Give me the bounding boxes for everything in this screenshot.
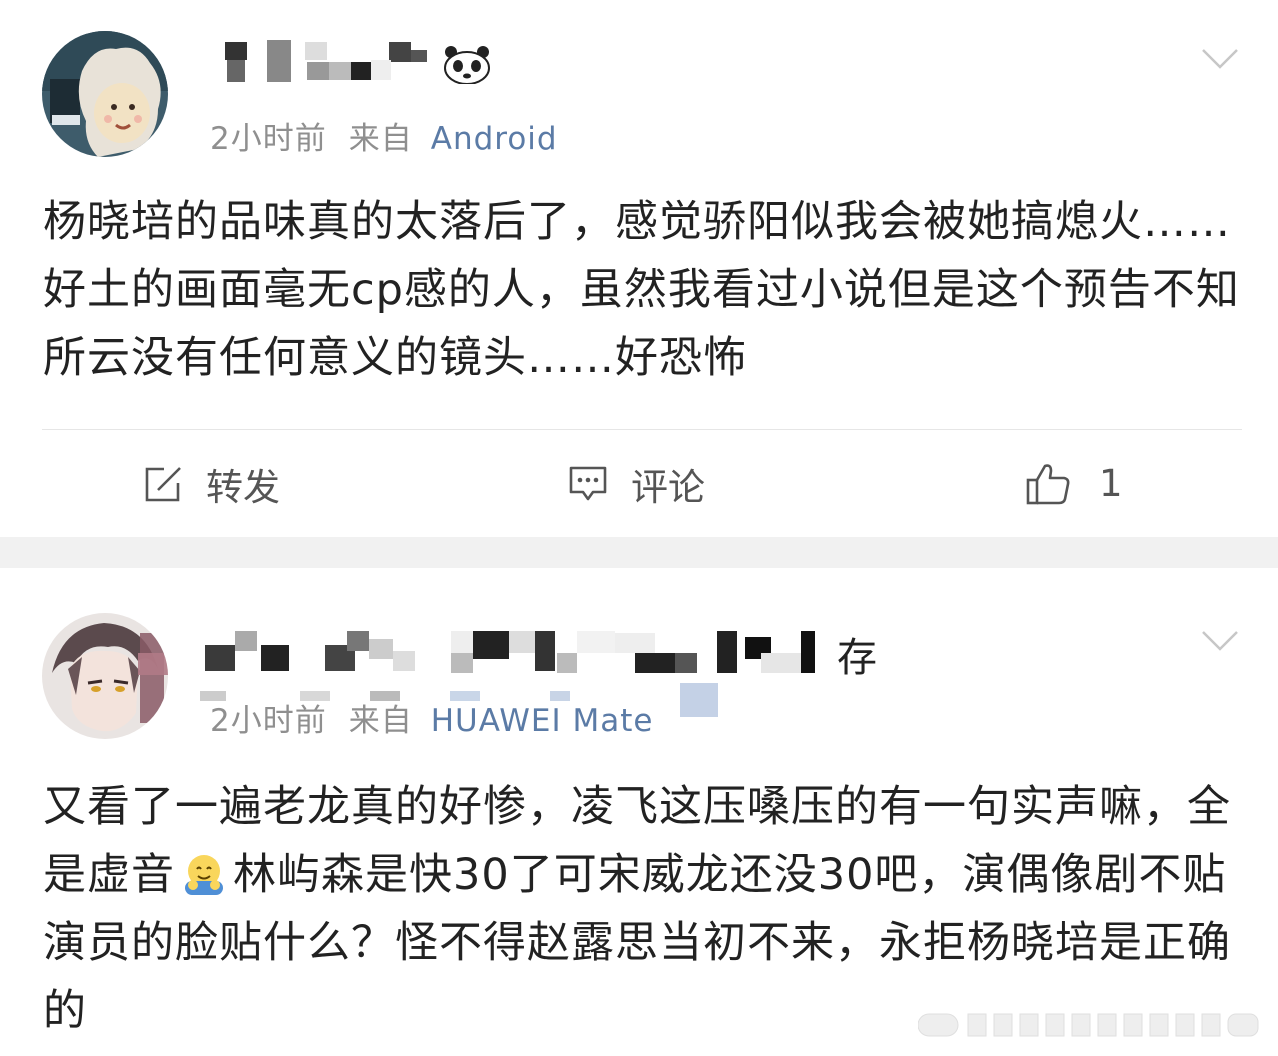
post-time: 2小时前 bbox=[210, 121, 327, 157]
post-card: 2小时前 来自 Android 杨晓培的品味真的太落后了，感觉骄阳似我会被她搞熄火…… bbox=[0, 0, 1278, 537]
post-meta: 2小时前 来自 Android bbox=[210, 113, 558, 158]
repost-button[interactable]: 转发 bbox=[142, 430, 280, 537]
chevron-down-icon bbox=[1202, 49, 1238, 69]
comment-label: 评论 bbox=[631, 465, 705, 509]
post-card: 存 2小时前 来自 HUAWEI Mate 又看了一遍老龙真的好惨，凌飞这压嗓压的有… bbox=[0, 568, 1278, 1056]
hugging-face-emoji-icon bbox=[181, 849, 227, 895]
username-redacted[interactable] bbox=[205, 30, 505, 90]
post-content: 杨晓培的品味真的太落后了，感觉骄阳似我会被她搞熄火……好土的画面毫无cp感的人，… bbox=[43, 197, 1240, 383]
post-meta: 2小时前 来自 HUAWEI Mate bbox=[210, 695, 653, 740]
chevron-down-icon bbox=[1202, 631, 1238, 651]
meta-redaction bbox=[160, 683, 720, 717]
like-count: 1 bbox=[1099, 462, 1123, 505]
action-bar: 转发 评论 1 bbox=[0, 430, 1278, 537]
comment-bubble-icon bbox=[569, 466, 607, 500]
source-label: 来自 bbox=[348, 121, 413, 157]
thumbs-up-icon bbox=[1026, 463, 1070, 504]
avatar[interactable] bbox=[42, 31, 168, 157]
post-separator bbox=[0, 537, 1278, 568]
edit-square-icon bbox=[145, 466, 181, 501]
panda-icon bbox=[444, 46, 490, 84]
source-label: 来自 bbox=[348, 703, 413, 739]
username-redacted[interactable]: 存 bbox=[205, 623, 895, 683]
like-button[interactable]: 1 bbox=[1025, 430, 1123, 537]
avatar[interactable] bbox=[42, 613, 168, 739]
post-source-link[interactable]: Android bbox=[431, 121, 558, 157]
post-content: 又看了一遍老龙真的好惨，凌飞这压嗓压的有一句实声嘛，全是虚音 林屿森是快30了可宋… bbox=[43, 773, 1243, 1045]
watermark-redaction bbox=[917, 1010, 1266, 1040]
more-options-button[interactable] bbox=[1200, 46, 1240, 72]
post-time: 2小时前 bbox=[210, 703, 327, 739]
username-visible-char: 存 bbox=[837, 635, 878, 681]
repost-label: 转发 bbox=[206, 465, 280, 509]
post-source-link[interactable]: HUAWEI Mate bbox=[431, 703, 654, 739]
comment-button[interactable]: 评论 bbox=[567, 430, 705, 537]
more-options-button[interactable] bbox=[1200, 628, 1240, 654]
